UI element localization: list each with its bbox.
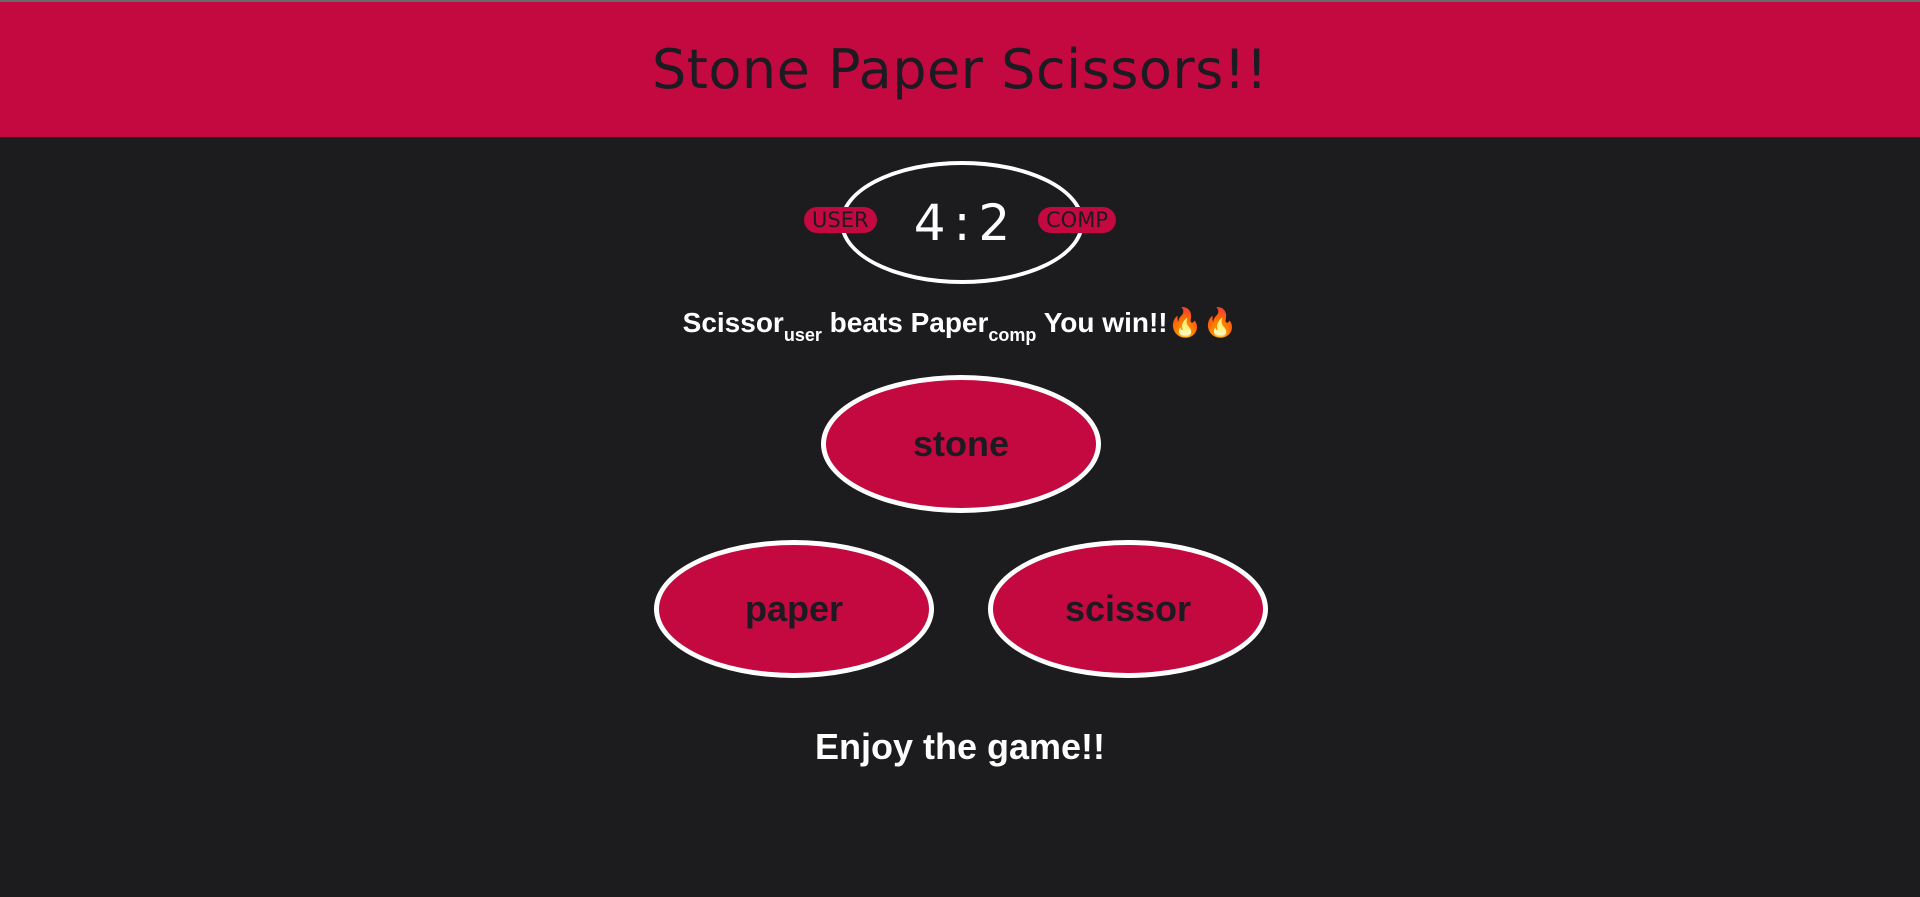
footer-message: Enjoy the game!! <box>814 726 1106 767</box>
comp-choice-subscript: comp <box>988 325 1037 345</box>
comp-choice-text: Paper <box>910 307 989 338</box>
stone-label: stone <box>912 423 1009 464</box>
verb-text: beats <box>829 307 903 338</box>
user-choice-text: Scissor <box>682 307 784 338</box>
user-score: 4 <box>913 193 946 252</box>
scissor-label: scissor <box>1064 588 1192 629</box>
paper-button[interactable]: paper <box>654 540 934 678</box>
user-badge: USER <box>804 207 877 233</box>
comp-badge: COMP <box>1038 207 1116 233</box>
paper-label: paper <box>744 588 844 629</box>
result-message: Scissoruser beats Papercomp You win!!🔥🔥 <box>0 306 1920 346</box>
result-text: You win!! <box>1043 307 1168 338</box>
header-bar: Stone Paper Scissors!! <box>0 2 1920 137</box>
comp-score: 2 <box>978 193 1011 252</box>
scoreboard: 4 : 2 USER COMP <box>804 161 1116 284</box>
stone-button[interactable]: stone <box>821 375 1101 513</box>
page-title: Stone Paper Scissors!! <box>651 38 1269 101</box>
scissor-button[interactable]: scissor <box>988 540 1268 678</box>
score-separator: : <box>953 193 971 252</box>
user-choice-subscript: user <box>783 325 822 345</box>
fire-icon: 🔥🔥 <box>1167 307 1238 338</box>
